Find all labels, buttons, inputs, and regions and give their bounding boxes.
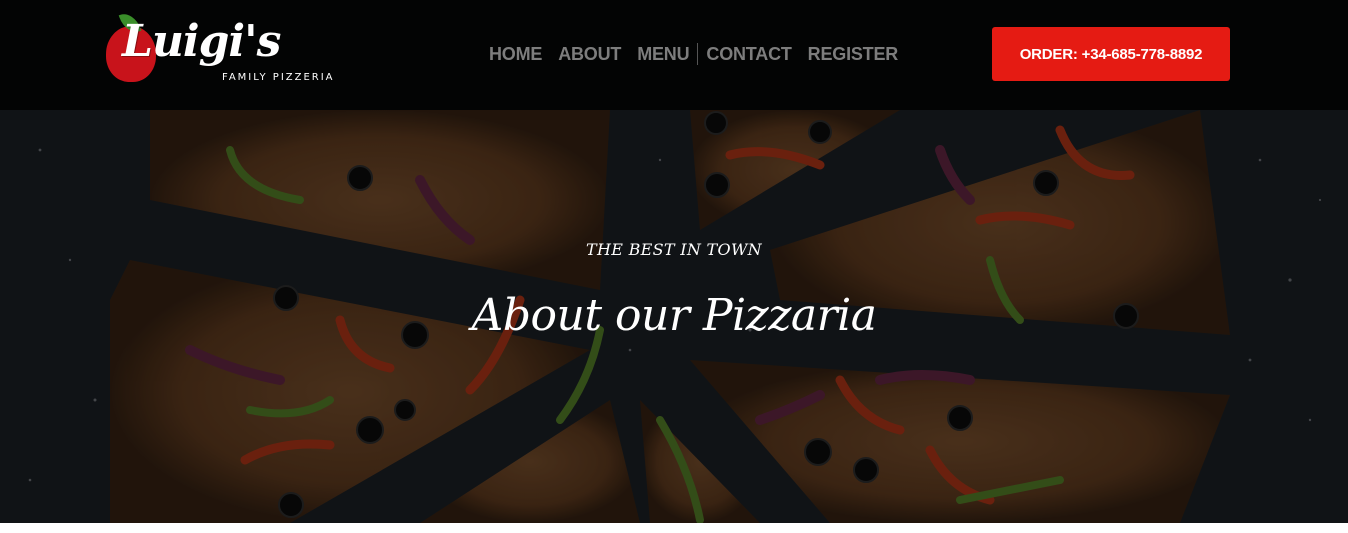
nav-home[interactable]: HOME xyxy=(489,44,542,65)
hero-section: Luigi's FAMILY PIZZERIA HOME ABOUT MENU … xyxy=(0,0,1348,523)
brand-tagline: FAMILY PIZZERIA xyxy=(222,72,335,83)
main-nav: HOME ABOUT MENU CONTACT REGISTER xyxy=(489,43,898,65)
nav-about[interactable]: ABOUT xyxy=(558,44,621,65)
site-header: Luigi's FAMILY PIZZERIA HOME ABOUT MENU … xyxy=(0,0,1348,110)
nav-contact[interactable]: CONTACT xyxy=(706,44,791,65)
brand-name: Luigi's xyxy=(122,16,281,67)
brand-logo[interactable]: Luigi's FAMILY PIZZERIA xyxy=(104,9,344,102)
nav-divider xyxy=(697,43,699,65)
hero-kicker: THE BEST IN TOWN xyxy=(586,240,762,259)
hero-title: About our Pizzaria xyxy=(471,290,877,341)
nav-menu[interactable]: MENU xyxy=(637,44,689,65)
order-phone-button[interactable]: ORDER: +34-685-778-8892 xyxy=(992,27,1230,81)
nav-register[interactable]: REGISTER xyxy=(808,44,899,65)
